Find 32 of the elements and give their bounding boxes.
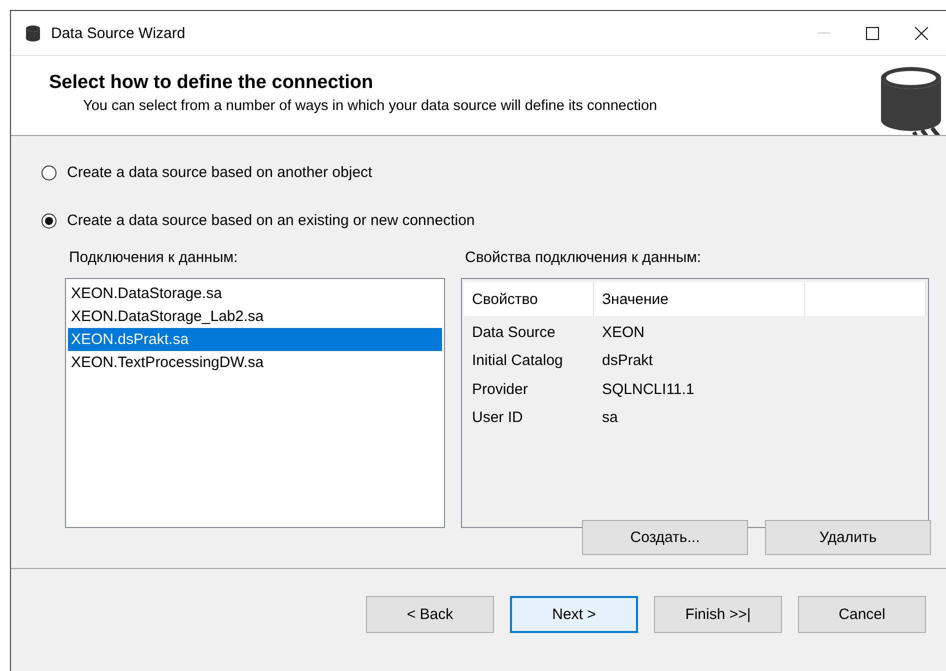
list-item[interactable]: XEON.TextProcessingDW.sa bbox=[68, 351, 442, 374]
create-button[interactable]: Создать... bbox=[582, 520, 748, 555]
table-cell-text: dsPrakt bbox=[601, 352, 654, 370]
database-icon bbox=[25, 24, 41, 42]
finish-button[interactable]: Finish >>| bbox=[654, 596, 782, 633]
option-label[interactable]: Create a data source based on an existing or new connection bbox=[67, 212, 475, 229]
option-label[interactable]: Create a data source based on another object bbox=[67, 164, 372, 181]
list-item[interactable]: XEON.dsPrakt.sa bbox=[68, 328, 442, 351]
list-item[interactable]: XEON.DataStorage_Lab2.sa bbox=[68, 305, 442, 328]
list-label: Подключения к данным: bbox=[69, 249, 239, 266]
radio-button[interactable] bbox=[41, 164, 57, 180]
table-cell-text: XEON bbox=[601, 324, 646, 341]
close-icon[interactable] bbox=[915, 26, 928, 40]
cancel-button[interactable]: Cancel bbox=[798, 596, 926, 633]
table-cell-text: Provider bbox=[471, 380, 529, 398]
table-cell-text: User ID bbox=[471, 409, 524, 426]
next-button[interactable]: Next > bbox=[510, 596, 638, 633]
column-header: Значение bbox=[594, 282, 805, 316]
list-item[interactable]: XEON.DataStorage.sa bbox=[68, 282, 442, 305]
page-subtitle: You can select from a number of ways in which your data source will define its connection bbox=[83, 98, 658, 114]
radio-button[interactable] bbox=[41, 212, 57, 228]
table-cell-text: SQLNCLI11.1 bbox=[601, 380, 696, 398]
table-cell-text: Initial Catalog bbox=[471, 352, 564, 370]
table-cell-text: sa bbox=[601, 409, 619, 426]
maximize-icon[interactable] bbox=[866, 26, 879, 40]
table-cell-text: Data Source bbox=[471, 324, 556, 341]
window-title: Data Source Wizard bbox=[51, 24, 186, 42]
back-button[interactable]: < Back bbox=[366, 596, 494, 633]
list-label: Свойства подключения к данным: bbox=[465, 249, 702, 266]
column-header: Свойство bbox=[464, 282, 594, 316]
page-title: Select how to define the connection bbox=[49, 72, 374, 94]
delete-button[interactable]: Удалить bbox=[765, 520, 931, 555]
